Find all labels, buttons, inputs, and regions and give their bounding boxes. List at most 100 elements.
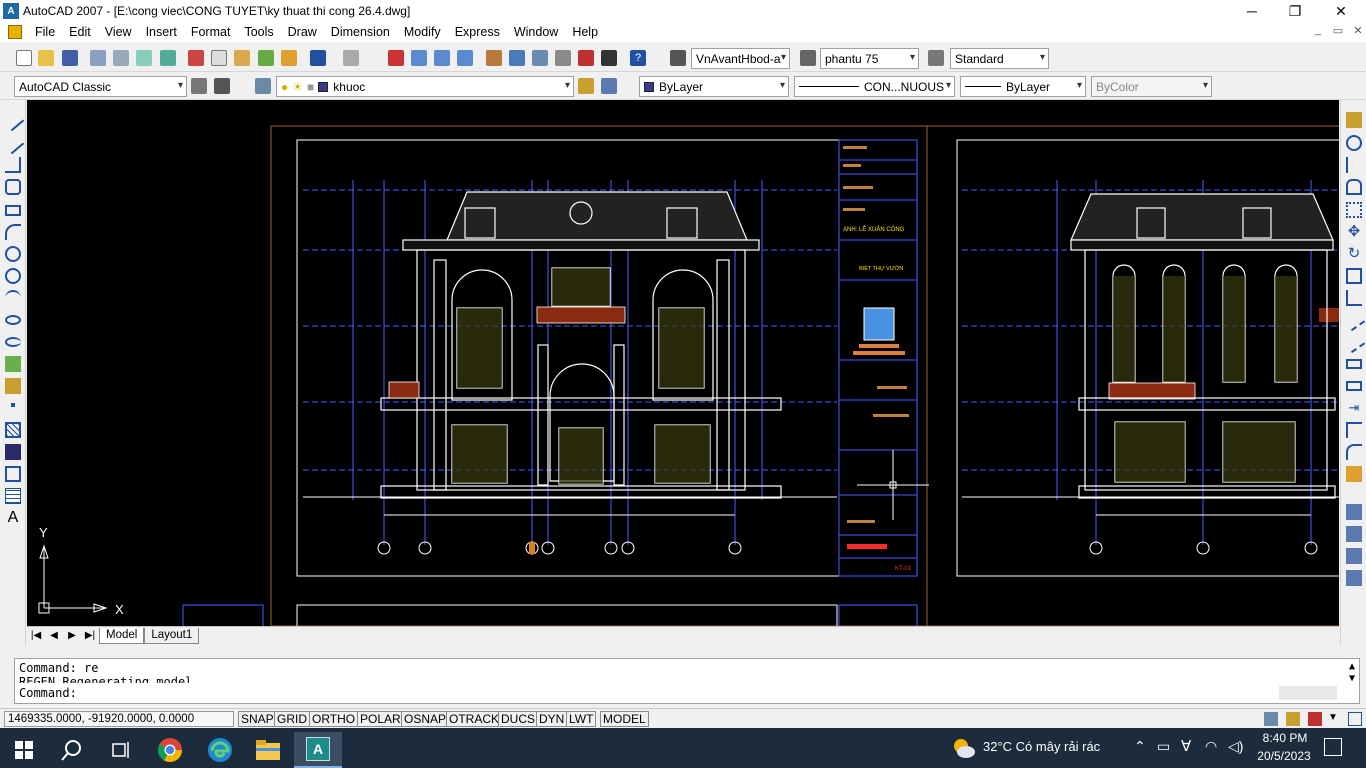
offset-icon[interactable] [1346,179,1362,195]
status-menu-icon[interactable]: ▼ [1328,712,1338,723]
move-icon[interactable]: ✥ [1346,224,1362,240]
copy-icon[interactable] [211,50,227,66]
block-editor-icon[interactable] [281,50,297,66]
previous-tab-button[interactable]: ◀ [45,628,63,644]
menu-modify[interactable]: Modify [397,25,448,39]
pen-icon[interactable]: ∀ [1181,737,1191,755]
wifi-icon[interactable]: ◠ [1205,738,1217,755]
table-icon[interactable] [5,488,21,504]
paste-icon[interactable] [234,50,250,66]
lineweight-select[interactable]: ByLayer ▾ [960,76,1086,97]
close-button[interactable]: ✕ [1318,0,1364,22]
last-tab-button[interactable]: ▶| [81,628,99,644]
ducs-toggle[interactable]: DUCS [498,711,539,727]
menu-insert[interactable]: Insert [139,25,184,39]
polygon-icon[interactable] [5,179,21,195]
clock-time[interactable]: 8:40 PM [1257,731,1313,745]
array-icon[interactable] [1346,202,1362,218]
region-icon[interactable] [5,466,21,482]
model-toggle[interactable]: MODEL [600,711,649,727]
line-icon[interactable] [1,108,25,132]
toolbar-lock-icon[interactable] [1286,712,1300,726]
maximize-button[interactable]: ❐ [1272,0,1318,22]
scroll-up-icon[interactable]: ▲ [1349,661,1355,672]
qnew-icon[interactable] [38,50,54,66]
mirror-icon[interactable] [1346,157,1362,173]
windows-start-icon[interactable] [0,732,48,768]
new-icon[interactable] [16,50,32,66]
extend-icon[interactable] [1342,330,1366,354]
ortho-toggle[interactable]: ORTHO [309,711,359,727]
make-current-layer-icon[interactable] [578,78,594,94]
weather-icon[interactable] [952,736,976,760]
volume-icon[interactable]: ◁) [1228,738,1243,755]
insert-block-icon[interactable] [5,356,21,372]
3d-dwf-icon[interactable] [160,50,176,66]
document-icon[interactable] [8,25,22,39]
menu-file[interactable]: File [28,25,62,39]
chamfer-icon[interactable] [1346,422,1362,438]
erase-icon[interactable] [1346,112,1362,128]
construction-line-icon[interactable] [1,131,25,155]
next-tab-button[interactable]: ▶ [63,628,81,644]
lwt-toggle[interactable]: LWT [566,711,597,727]
task-view-icon[interactable] [96,732,144,768]
properties-icon[interactable] [486,50,502,66]
draw-order-icon[interactable] [1346,504,1362,520]
tab-model[interactable]: Model [99,627,145,644]
fillet-icon[interactable] [1346,444,1362,460]
ellipse-arc-icon[interactable] [5,337,21,347]
workspace-settings-icon[interactable] [191,78,207,94]
trim-icon[interactable] [1342,308,1366,332]
ellipse-icon[interactable] [5,315,21,325]
menu-edit[interactable]: Edit [62,25,98,39]
grid-toggle[interactable]: GRID [274,711,310,727]
linetype-select[interactable]: CON...NUOUS ▾ [794,76,955,97]
plot-icon[interactable] [90,50,106,66]
circle-icon[interactable] [5,246,21,262]
arc-icon[interactable] [5,224,21,240]
battery-icon[interactable]: ▭ [1157,738,1170,755]
workspace-select[interactable]: AutoCAD Classic ▾ [14,76,187,97]
markup-icon[interactable] [578,50,594,66]
menu-format[interactable]: Format [184,25,238,39]
rectangle-icon[interactable] [5,205,21,216]
drawing-close-button[interactable]: ✕ [1348,24,1366,40]
match-properties-icon[interactable] [258,50,274,66]
menu-view[interactable]: View [98,25,139,39]
command-prompt[interactable]: Command: [19,686,77,700]
tab-layout1[interactable]: Layout1 [144,627,200,644]
bring-to-front-icon[interactable] [1346,526,1362,542]
first-tab-button[interactable]: |◀ [27,628,45,644]
menu-draw[interactable]: Draw [281,25,324,39]
revision-cloud-icon[interactable] [5,268,21,284]
spline-icon[interactable] [5,290,21,306]
layer-select[interactable]: ● ☀ ■ khuoc ▾ [276,76,574,97]
gradient-icon[interactable] [5,444,21,460]
search-icon[interactable] [48,732,96,768]
design-center-icon[interactable] [509,50,525,66]
explode-icon[interactable] [1346,466,1362,482]
text-style-icon[interactable] [670,50,686,66]
notification-icon[interactable] [1324,738,1342,756]
snap-toggle[interactable]: SNAP [238,711,277,727]
autocad-app-icon[interactable]: A [3,3,19,19]
polar-toggle[interactable]: POLAR [357,711,404,727]
join-icon[interactable]: ⇥ [1346,400,1362,416]
cut-icon[interactable] [188,50,204,66]
multiline-text-icon[interactable]: A [5,510,21,526]
save-icon[interactable] [62,50,78,66]
send-to-back-icon[interactable] [1346,548,1362,564]
communication-center-icon[interactable] [1264,712,1278,726]
menu-help[interactable]: Help [565,25,605,39]
file-explorer-icon[interactable] [244,732,292,768]
dim-style-icon[interactable] [800,50,816,66]
otrack-toggle[interactable]: OTRACK [446,711,503,727]
make-block-icon[interactable] [5,378,21,394]
clean-screen-icon[interactable] [1348,712,1362,726]
command-window[interactable]: Command: re REGEN Regenerating model. Co… [14,658,1360,704]
break-at-point-icon[interactable] [1346,359,1362,369]
pan-icon[interactable] [388,50,404,66]
scale-icon[interactable] [1346,268,1362,284]
menu-window[interactable]: Window [507,25,565,39]
